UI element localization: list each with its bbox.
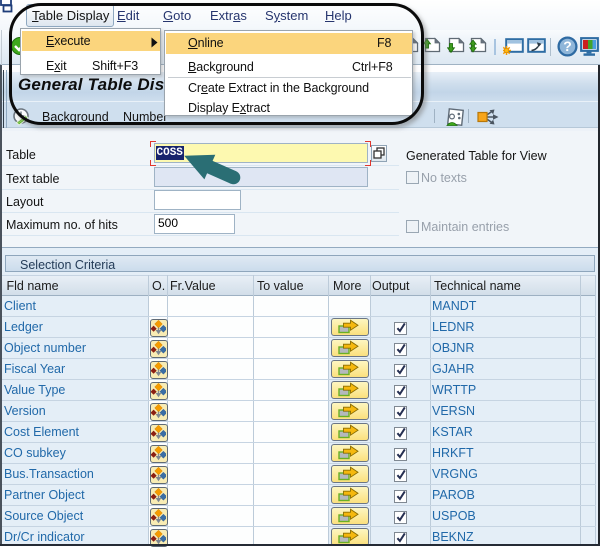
svg-text:?: ?	[563, 38, 572, 54]
